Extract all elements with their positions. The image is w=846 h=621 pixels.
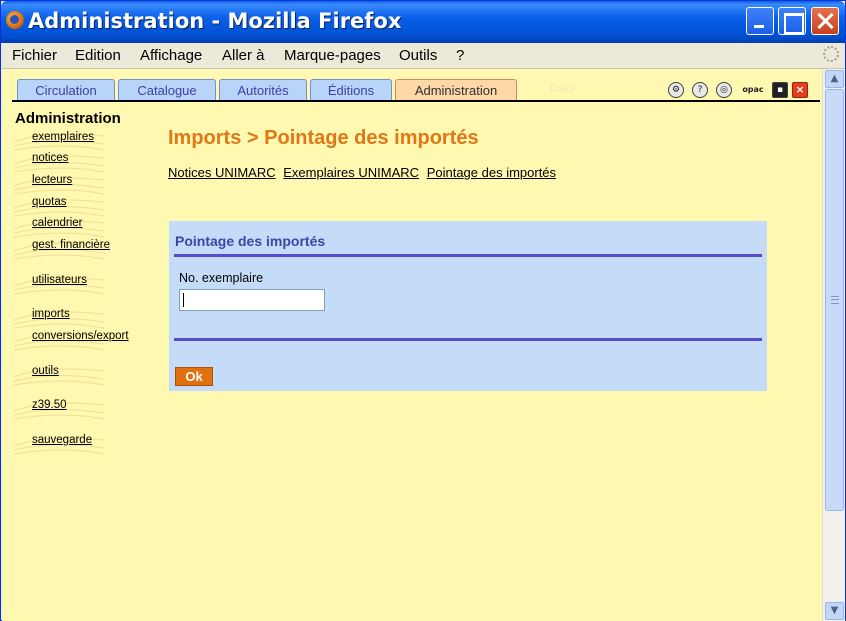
vertical-scrollbar[interactable]: ▲ ▼ — [822, 69, 845, 621]
tab-underline — [12, 100, 820, 102]
tab-catalogue[interactable]: Catalogue — [118, 79, 216, 101]
sidebar-item-imports[interactable]: imports — [32, 308, 70, 320]
grip-icon — [831, 296, 839, 304]
sidebar-title: Administration — [15, 110, 121, 127]
menu-marque-pages[interactable]: Marque-pages — [284, 47, 381, 64]
tools-icon[interactable]: ⚙ — [668, 82, 684, 98]
sidebar-item-notices[interactable]: notices — [32, 152, 68, 164]
menu-outils[interactable]: Outils — [399, 47, 437, 64]
sidebar-item-conversions-export[interactable]: conversions/export — [32, 330, 129, 342]
sidebar-item-outils[interactable]: outils — [32, 365, 59, 377]
throbber-icon — [823, 46, 839, 62]
close-window-button[interactable] — [811, 7, 839, 35]
title-bar[interactable]: Administration - Mozilla Firefox — [1, 1, 845, 43]
tab-circulation[interactable]: Circulation — [17, 79, 115, 101]
save-icon[interactable]: ▪ — [772, 82, 788, 98]
sidebar-item-z3950[interactable]: z39.50 — [32, 399, 67, 411]
menu-bar: Fichier Edition Affichage Aller à Marque… — [2, 43, 845, 69]
sidebar-item-quotas[interactable]: quotas — [32, 196, 67, 208]
tab-administration[interactable]: Administration — [395, 79, 517, 101]
sublink-exemplaires-unimarc[interactable]: Exemplaires UNIMARC — [283, 165, 419, 180]
sidebar-item-exemplaires[interactable]: exemplaires — [32, 131, 94, 143]
menu-edition[interactable]: Edition — [75, 47, 121, 64]
sidebar-decoration — [14, 368, 104, 386]
form-divider-bottom — [174, 338, 762, 341]
quit-icon[interactable]: × — [792, 82, 808, 98]
tab-autorites[interactable]: Autorités — [219, 79, 307, 101]
help-icon[interactable]: ? — [692, 82, 708, 98]
tab-editions[interactable]: Éditions — [310, 79, 392, 101]
maximize-button[interactable] — [778, 7, 806, 35]
tab-ghost-label: DSO — [550, 83, 574, 95]
tab-bar: Circulation Catalogue Autorités Éditions… — [2, 69, 822, 103]
menu-help[interactable]: ? — [456, 47, 464, 64]
page-content: Circulation Catalogue Autorités Éditions… — [2, 69, 822, 621]
pointage-form: Pointage des importés No. exemplaire Ok — [169, 221, 767, 391]
text-caret — [183, 293, 184, 307]
form-divider-top — [174, 254, 762, 257]
scroll-down-button[interactable]: ▼ — [825, 602, 844, 620]
sublink-pointage-importes[interactable]: Pointage des importés — [427, 165, 556, 180]
scroll-thumb[interactable] — [825, 89, 844, 511]
sidebar-item-calendrier[interactable]: calendrier — [32, 217, 83, 229]
form-title: Pointage des importés — [175, 233, 326, 249]
scroll-up-button[interactable]: ▲ — [825, 70, 844, 88]
minimize-button[interactable] — [746, 7, 774, 35]
browser-window: Administration - Mozilla Firefox Fichier… — [0, 0, 846, 621]
ok-button[interactable]: Ok — [175, 367, 213, 386]
firefox-icon — [6, 11, 24, 29]
opac-icon[interactable]: opac — [742, 82, 764, 98]
sidebar-item-utilisateurs[interactable]: utilisateurs — [32, 274, 87, 286]
page-title: Imports > Pointage des importés — [168, 127, 479, 149]
sidebar-item-lecteurs[interactable]: lecteurs — [32, 174, 72, 186]
window-title: Administration - Mozilla Firefox — [28, 9, 402, 33]
sublink-notices-unimarc[interactable]: Notices UNIMARC — [168, 165, 276, 180]
sidebar: Administration exemplaires notices lecte… — [2, 107, 162, 507]
settings-icon[interactable]: ◎ — [716, 82, 732, 98]
sidebar-item-sauvegarde[interactable]: sauvegarde — [32, 434, 92, 446]
exemplaire-field-label: No. exemplaire — [179, 271, 264, 285]
menu-aller-a[interactable]: Aller à — [222, 47, 265, 64]
menu-affichage[interactable]: Affichage — [140, 47, 202, 64]
sidebar-item-gest-financiere[interactable]: gest. financière — [32, 239, 110, 251]
exemplaire-input[interactable] — [179, 289, 325, 311]
sub-navigation: Notices UNIMARC Exemplaires UNIMARC Poin… — [168, 165, 560, 180]
menu-fichier[interactable]: Fichier — [12, 47, 57, 64]
